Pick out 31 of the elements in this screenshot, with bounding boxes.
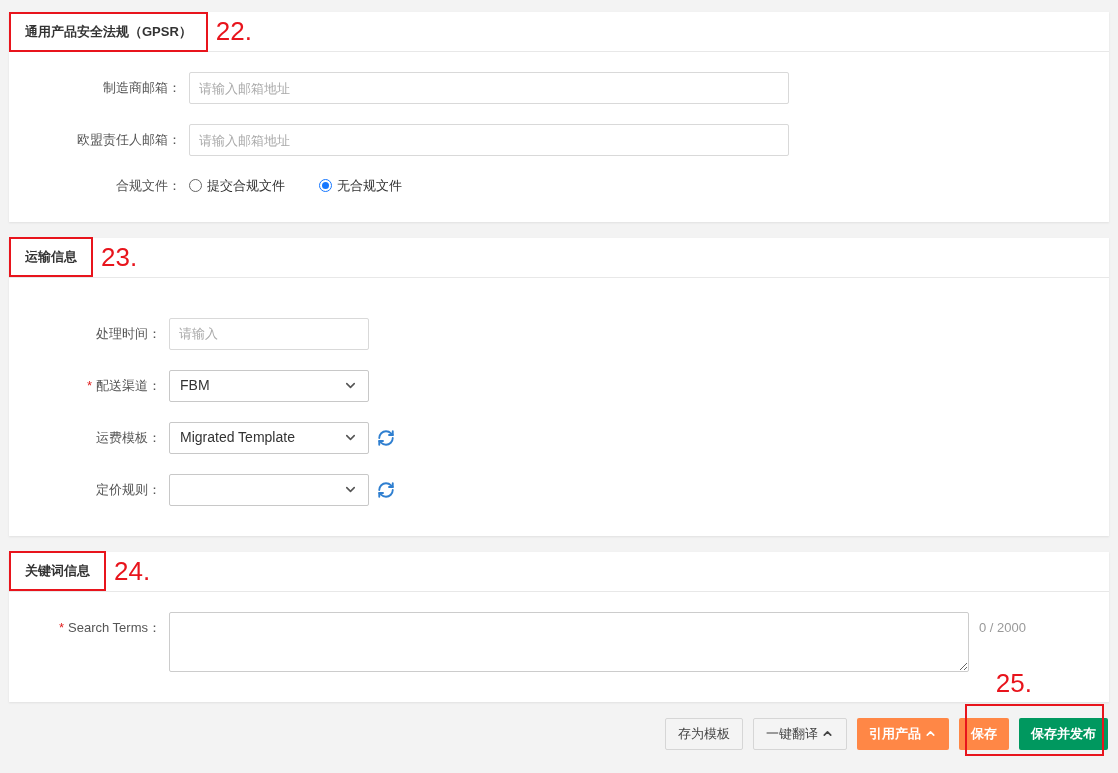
text-input-field[interactable]: 请输入邮箱地址: [189, 72, 789, 104]
text-input-field[interactable]: 请输入邮箱地址: [189, 124, 789, 156]
radio-option[interactable]: 无合规文件: [319, 176, 402, 196]
field-label: 配送渠道：: [96, 376, 161, 395]
required-asterisk: *: [58, 618, 65, 637]
field-label: 合规文件：: [116, 177, 181, 195]
field-label: 制造商邮箱：: [103, 79, 181, 98]
field-label: Search Terms：: [68, 618, 161, 637]
action-button[interactable]: 一键翻译: [753, 717, 847, 750]
field-label: 运费模板：: [96, 428, 161, 447]
character-counter: 0 / 2000: [979, 618, 1026, 637]
section-title: 通用产品安全法规（GPSR）: [25, 22, 192, 41]
select-field[interactable]: Migrated Template: [169, 421, 369, 454]
select-field[interactable]: [169, 473, 369, 506]
annotation-number: 23.: [101, 240, 138, 274]
action-button[interactable]: 存为模板: [665, 717, 743, 750]
refresh-icon[interactable]: [377, 480, 395, 499]
required-asterisk: *: [86, 376, 92, 395]
text-input-field[interactable]: 请输入: [169, 317, 369, 350]
refresh-icon[interactable]: [377, 428, 395, 447]
field-label: 定价规则：: [96, 480, 161, 499]
action-button[interactable]: 保存并发布: [1019, 717, 1108, 750]
radio-option[interactable]: 提交合规文件: [189, 176, 285, 196]
annotation-number: 24.: [114, 554, 151, 588]
field-label: 欧盟责任人邮箱：: [77, 131, 181, 150]
section-title: 运输信息: [25, 248, 77, 267]
field-label: 处理时间：: [96, 324, 161, 343]
select-field[interactable]: FBM: [169, 369, 369, 402]
annotation-number: 25.: [995, 669, 1032, 696]
section-title: 关键词信息: [25, 562, 90, 581]
annotation-number: 22.: [215, 15, 252, 48]
